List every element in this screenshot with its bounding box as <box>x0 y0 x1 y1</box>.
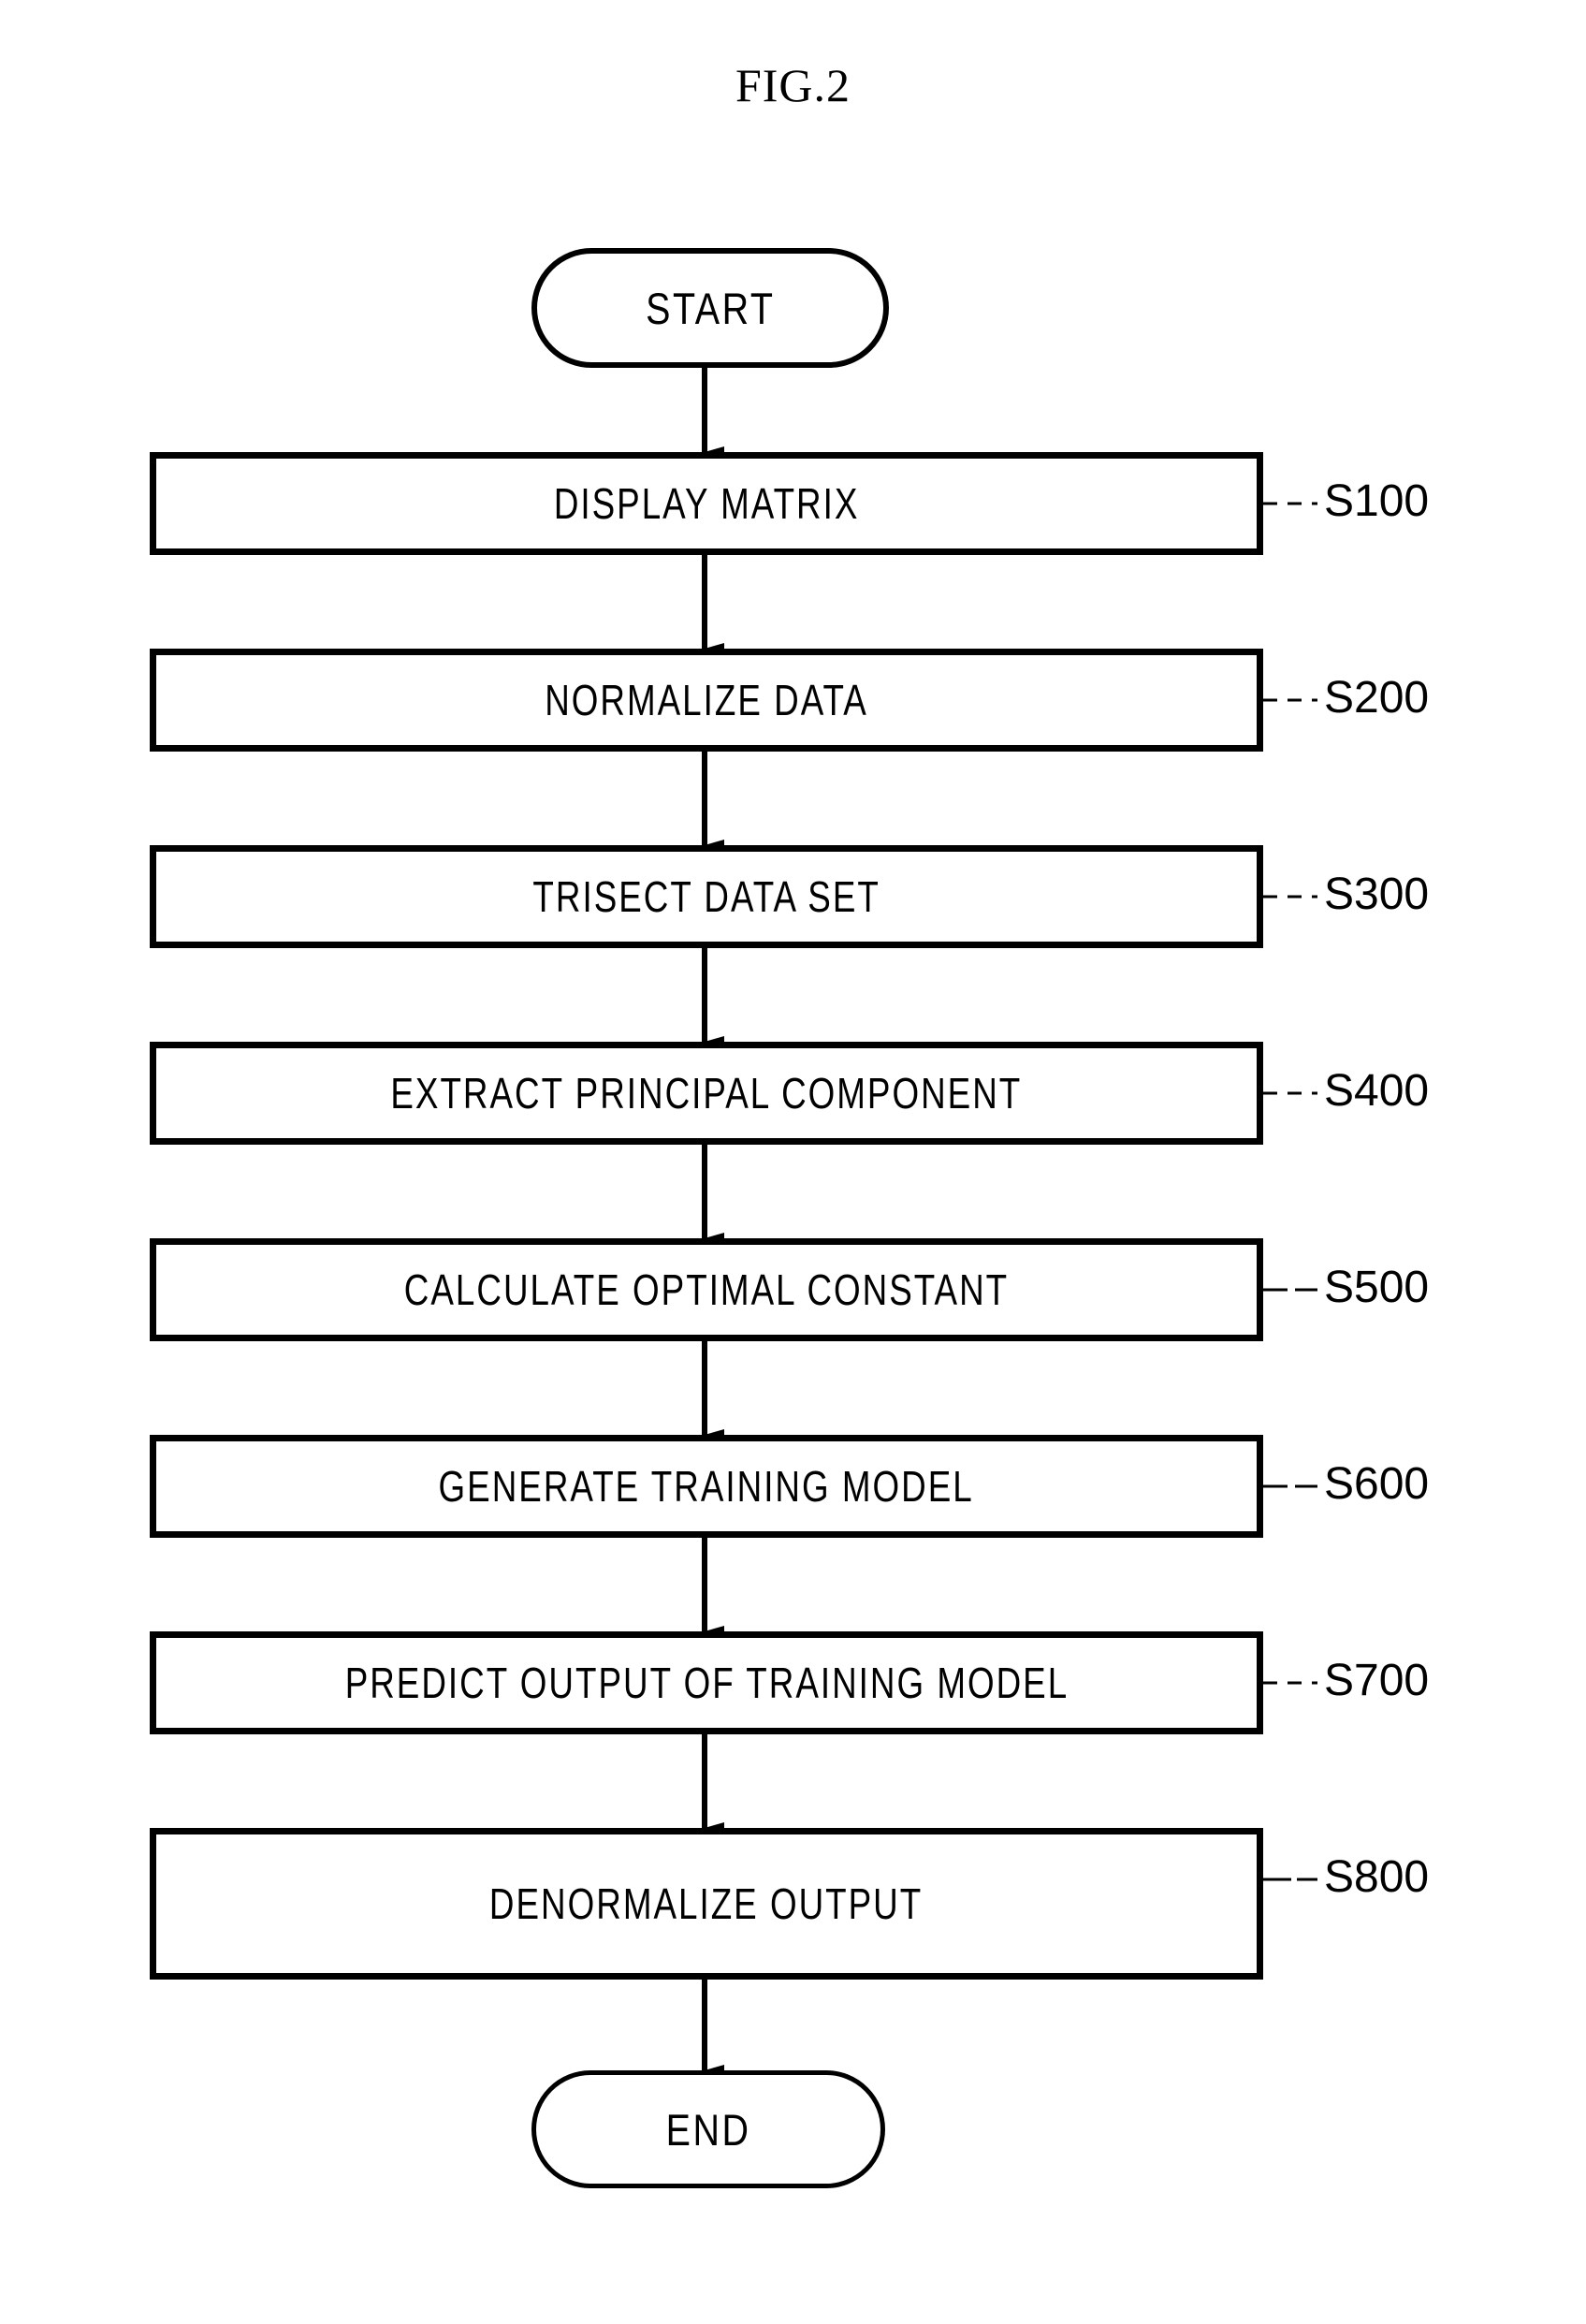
node-end-label: END <box>665 2104 751 2155</box>
process-box-step7-label: PREDICT OUTPUT OF TRAINING MODEL <box>344 1659 1069 1707</box>
step-ref-s400: S400 <box>1324 1066 1430 1116</box>
process-box-step3[interactable]: TRISECT DATA SET <box>150 845 1263 948</box>
node-start-label: START <box>645 283 776 333</box>
process-box-step5[interactable]: CALCULATE OPTIMAL CONSTANT <box>150 1238 1263 1341</box>
process-box-step8-label: DENORMALIZE OUTPUT <box>489 1879 924 1928</box>
process-box-step6[interactable]: GENERATE TRAINING MODEL <box>150 1435 1263 1538</box>
process-box-step6-label: GENERATE TRAINING MODEL <box>438 1462 975 1511</box>
process-box-step4[interactable]: EXTRACT PRINCIPAL COMPONENT <box>150 1042 1263 1145</box>
node-start[interactable]: START <box>531 248 889 368</box>
step-ref-s600: S600 <box>1324 1459 1430 1509</box>
process-box-step3-label: TRISECT DATA SET <box>532 872 880 921</box>
process-box-step2[interactable]: NORMALIZE DATA <box>150 649 1263 752</box>
process-box-step2-label: NORMALIZE DATA <box>545 676 868 724</box>
step-ref-s100: S100 <box>1324 476 1430 526</box>
step-ref-s300: S300 <box>1324 870 1430 919</box>
process-box-step7[interactable]: PREDICT OUTPUT OF TRAINING MODEL <box>150 1631 1263 1734</box>
step-ref-s800: S800 <box>1324 1852 1430 1902</box>
node-end[interactable]: END <box>531 2070 885 2188</box>
process-box-step5-label: CALCULATE OPTIMAL CONSTANT <box>403 1265 1010 1314</box>
step-ref-s200: S200 <box>1324 673 1430 723</box>
step-ref-s500: S500 <box>1324 1263 1430 1312</box>
flowchart-canvas: START DISPLAY MATRIX S100 NORMALIZE DATA… <box>0 0 1586 2324</box>
process-box-step4-label: EXTRACT PRINCIPAL COMPONENT <box>390 1069 1023 1118</box>
process-box-step1-label: DISPLAY MATRIX <box>553 479 860 528</box>
process-box-step8[interactable]: DENORMALIZE OUTPUT <box>150 1828 1263 1980</box>
process-box-step1[interactable]: DISPLAY MATRIX <box>150 452 1263 555</box>
step-ref-s700: S700 <box>1324 1656 1430 1705</box>
